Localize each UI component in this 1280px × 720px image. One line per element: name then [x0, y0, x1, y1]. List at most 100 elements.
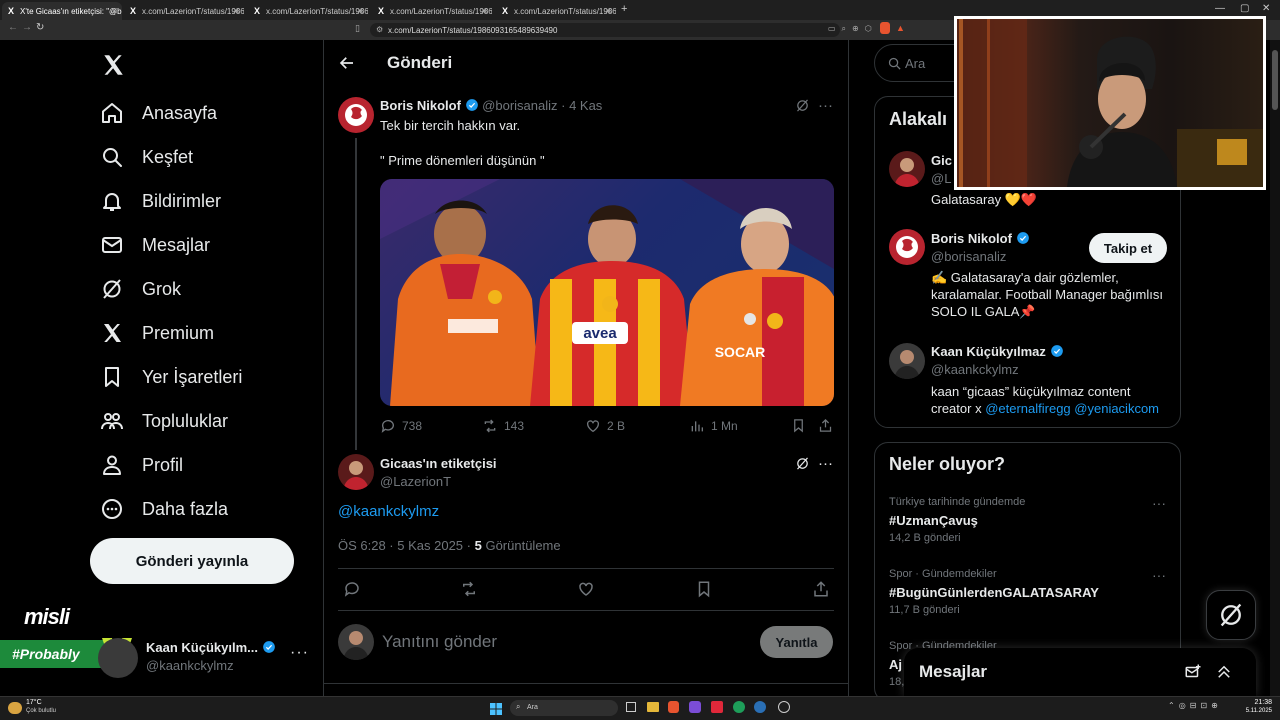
- app-icon[interactable]: [711, 701, 723, 713]
- repost-button[interactable]: [460, 580, 478, 603]
- avatar[interactable]: [889, 151, 925, 187]
- new-message-icon[interactable]: [1184, 663, 1202, 681]
- account-switcher[interactable]: Kaan Küçükyılm... @kaankckylmz ···: [98, 634, 313, 682]
- steam-icon[interactable]: [754, 701, 766, 713]
- share-button[interactable]: [818, 418, 833, 436]
- bookmark-page-icon[interactable]: ▯: [355, 23, 360, 34]
- browser-tab[interactable]: XX'te Gicaas'ın etiketçisi: "@borisa✕: [2, 2, 122, 20]
- sidebar-item-more[interactable]: Daha fazla: [100, 491, 228, 527]
- search-input[interactable]: Ara: [905, 56, 925, 71]
- bookmark-button[interactable]: [695, 580, 713, 603]
- author-handle[interactable]: @LazerionT: [380, 474, 451, 489]
- post-image[interactable]: avea SOCAR: [380, 179, 834, 406]
- browser-toolbar-icons[interactable]: ▭⌕⊕⬡: [828, 24, 878, 34]
- sidebar-item-premium[interactable]: Premium: [100, 315, 214, 351]
- browser-tab[interactable]: Xx.com/LazerionT/status/198611676✕: [496, 2, 616, 20]
- reply-input[interactable]: Yanıtını gönder: [382, 632, 497, 652]
- browser-tab[interactable]: Xx.com/LazerionT/status/198609320✕: [124, 2, 244, 20]
- close-icon[interactable]: ✕: [604, 6, 612, 17]
- related-handle[interactable]: @borisanaliz: [931, 249, 1006, 264]
- repost-button[interactable]: 143: [482, 418, 524, 434]
- more-dots-icon[interactable]: ···: [818, 97, 833, 114]
- app-icon[interactable]: [778, 701, 790, 713]
- system-tray-icons[interactable]: ⌃◎⊟⊡⊕: [1168, 701, 1222, 710]
- like-button[interactable]: 2 B: [585, 418, 625, 434]
- reload-icon[interactable]: ↻: [36, 22, 44, 33]
- close-icon[interactable]: ✕: [232, 6, 240, 17]
- x-home-logo[interactable]: [100, 52, 126, 83]
- post-time[interactable]: · 4 Kas: [561, 98, 602, 113]
- scrollbar-thumb[interactable]: [1272, 50, 1278, 110]
- expand-up-icon[interactable]: [1215, 663, 1233, 681]
- task-view-icon[interactable]: [626, 702, 636, 712]
- more-dots-icon[interactable]: ···: [1152, 495, 1166, 511]
- close-icon[interactable]: ✕: [480, 6, 488, 17]
- author-handle[interactable]: @borisanaliz: [482, 98, 557, 113]
- forward-icon[interactable]: →: [22, 22, 32, 33]
- brave-shield-icon[interactable]: [880, 22, 890, 34]
- share-button[interactable]: [812, 580, 830, 603]
- avatar[interactable]: [338, 97, 374, 133]
- weather-temp[interactable]: 17°C: [26, 699, 42, 706]
- maximize-button[interactable]: ▢: [1240, 3, 1249, 14]
- grok-explain-button[interactable]: [795, 456, 810, 476]
- trend-name[interactable]: Aj: [889, 657, 902, 672]
- sidebar-item-bookmarks[interactable]: Yer İşaretleri: [100, 359, 242, 395]
- back-icon[interactable]: ←: [8, 22, 18, 33]
- follow-button[interactable]: Takip et: [1089, 233, 1167, 263]
- site-info-icon[interactable]: ⚙: [376, 25, 383, 34]
- sidebar-item-messages[interactable]: Mesajlar: [100, 227, 210, 263]
- brave-browser-icon[interactable]: [668, 701, 679, 713]
- sidebar-item-home[interactable]: Anasayfa: [100, 95, 217, 131]
- sidebar-item-notifications[interactable]: Bildirimler: [100, 183, 221, 219]
- post-button[interactable]: Gönderi yayınla: [90, 538, 294, 584]
- bookmark-button[interactable]: [791, 418, 806, 436]
- related-name[interactable]: Gic: [931, 153, 952, 168]
- reply-button[interactable]: 738: [380, 418, 422, 434]
- bio-link[interactable]: @yeniacikcom: [1074, 401, 1159, 416]
- grok-floating-button[interactable]: [1206, 590, 1256, 640]
- close-icon[interactable]: ✕: [356, 6, 364, 17]
- related-handle[interactable]: @L: [931, 171, 951, 186]
- more-dots-icon[interactable]: ···: [1152, 567, 1166, 583]
- sidebar-item-explore[interactable]: Keşfet: [100, 139, 193, 175]
- app-icon[interactable]: [733, 701, 745, 713]
- avatar[interactable]: [889, 343, 925, 379]
- bio-link[interactable]: @eternalfiregg: [985, 401, 1070, 416]
- avatar[interactable]: [338, 454, 374, 490]
- clock-time[interactable]: 21:38: [1242, 699, 1272, 706]
- file-explorer-icon[interactable]: [647, 702, 659, 712]
- author-name[interactable]: Boris Nikolof: [380, 98, 461, 113]
- avatar[interactable]: [889, 229, 925, 265]
- close-icon[interactable]: ✕: [110, 6, 118, 17]
- brave-rewards-icon[interactable]: ▲: [896, 23, 905, 33]
- related-handle[interactable]: @kaankckylmz: [931, 362, 1019, 377]
- grok-explain-button[interactable]: [795, 98, 810, 118]
- sidebar-item-profile[interactable]: Profil: [100, 447, 183, 483]
- windows-start-icon[interactable]: [490, 702, 502, 715]
- clock-date[interactable]: 5.11.2025: [1236, 708, 1272, 714]
- url-field[interactable]: ⚙ x.com/LazerionT/status/198609316548963…: [370, 23, 840, 37]
- mention-link[interactable]: @kaankckylmz: [338, 503, 439, 520]
- more-dots-icon[interactable]: ···: [290, 644, 309, 662]
- related-name[interactable]: Boris Nikolof: [931, 231, 1030, 246]
- sidebar-item-grok[interactable]: Grok: [100, 271, 181, 307]
- author-name[interactable]: Gicaas'ın etiketçisi: [380, 456, 497, 471]
- browser-tab[interactable]: Xx.com/LazerionT/status/198609345✕: [372, 2, 492, 20]
- trend-name[interactable]: #UzmanÇavuş: [889, 513, 978, 528]
- sidebar-item-communities[interactable]: Topluluklar: [100, 403, 228, 439]
- related-name[interactable]: Kaan Küçükyılmaz: [931, 344, 1064, 359]
- close-window-button[interactable]: ✕: [1262, 3, 1270, 14]
- messages-drawer[interactable]: Mesajlar: [904, 648, 1256, 696]
- views-button[interactable]: 1 Mn: [689, 418, 738, 434]
- taskbar-search[interactable]: ⌕ Ara: [510, 700, 618, 716]
- page-scrollbar[interactable]: [1270, 40, 1280, 696]
- back-arrow-button[interactable]: [338, 54, 356, 77]
- app-icon[interactable]: [689, 701, 701, 713]
- minimize-button[interactable]: —: [1215, 3, 1225, 14]
- reply-button[interactable]: [343, 580, 361, 603]
- more-dots-icon[interactable]: ···: [818, 455, 833, 472]
- like-button[interactable]: [577, 580, 595, 603]
- trend-name[interactable]: #BugünGünlerdenGALATASARAY: [889, 585, 1099, 600]
- reply-submit-button[interactable]: Yanıtla: [760, 626, 833, 658]
